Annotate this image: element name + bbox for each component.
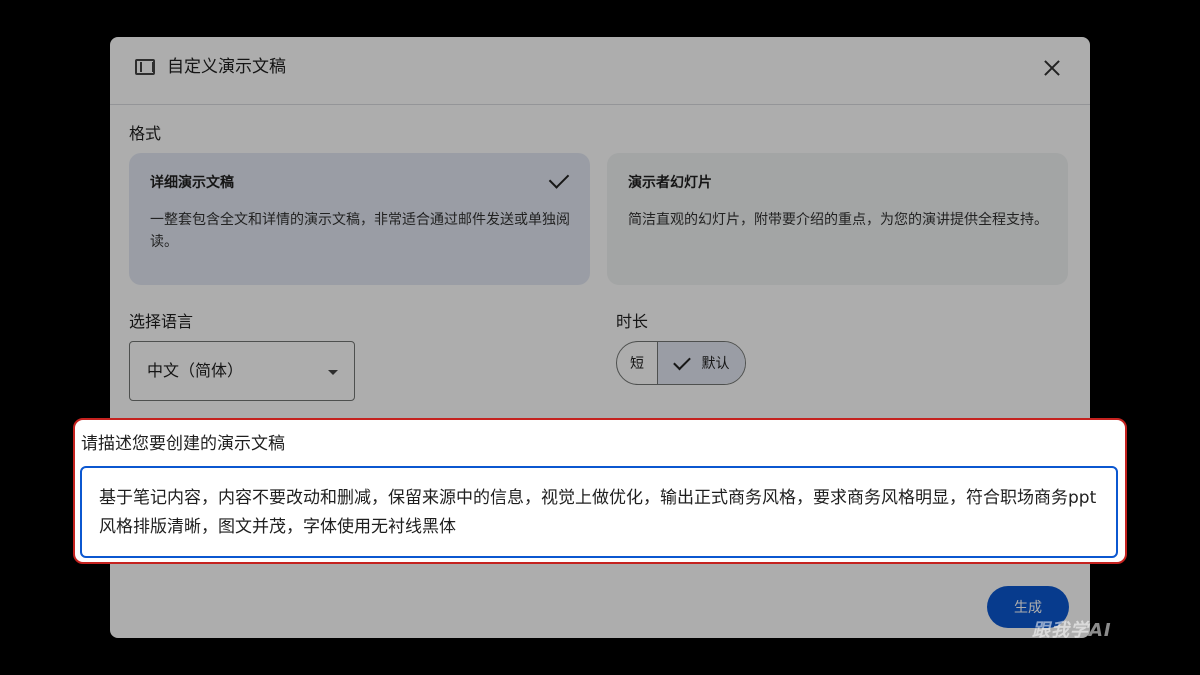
dialog-title: 自定义演示文稿 bbox=[167, 57, 286, 77]
format-option-title: 演示者幻灯片 bbox=[628, 175, 712, 191]
duration-toggle-group: 短 默认 bbox=[616, 341, 746, 385]
prompt-label: 请描述您要创建的演示文稿 bbox=[81, 434, 285, 454]
prompt-highlight-box: 请描述您要创建的演示文稿 基于笔记内容，内容不要改动和删减，保留来源中的信息，视… bbox=[73, 418, 1127, 564]
format-option-detailed[interactable]: 详细演示文稿 一整套包含全文和详情的演示文稿，非常适合通过邮件发送或单独阅读。 bbox=[129, 153, 590, 285]
format-option-description: 简洁直观的幻灯片，附带要介绍的重点，为您的演讲提供全程支持。 bbox=[628, 212, 1048, 228]
dialog-header: 自定义演示文稿 bbox=[110, 37, 1090, 105]
language-select-value: 中文（简体） bbox=[147, 361, 244, 380]
dropdown-arrow-icon bbox=[328, 370, 338, 375]
duration-short-button[interactable]: 短 bbox=[617, 342, 658, 384]
duration-default-label: 默认 bbox=[701, 356, 730, 372]
format-option-presenter[interactable]: 演示者幻灯片 简洁直观的幻灯片，附带要介绍的重点，为您的演讲提供全程支持。 bbox=[607, 153, 1068, 285]
format-option-title: 详细演示文稿 bbox=[150, 175, 234, 191]
format-option-description: 一整套包含全文和详情的演示文稿，非常适合通过邮件发送或单独阅读。 bbox=[150, 212, 570, 250]
close-icon[interactable] bbox=[1040, 56, 1064, 80]
language-label: 选择语言 bbox=[129, 312, 194, 331]
duration-default-button[interactable]: 默认 bbox=[658, 342, 745, 384]
prompt-textarea[interactable]: 基于笔记内容，内容不要改动和删减，保留来源中的信息，视觉上做优化，输出正式商务风… bbox=[80, 466, 1118, 558]
check-icon bbox=[672, 352, 691, 370]
format-label: 格式 bbox=[129, 124, 162, 143]
duration-label: 时长 bbox=[616, 312, 649, 331]
slides-icon bbox=[135, 59, 155, 75]
watermark-logo: 跟我学AI bbox=[1032, 620, 1112, 641]
check-icon bbox=[548, 168, 570, 189]
duration-short-label: 短 bbox=[630, 356, 644, 372]
language-select[interactable]: 中文（简体） bbox=[129, 341, 355, 401]
